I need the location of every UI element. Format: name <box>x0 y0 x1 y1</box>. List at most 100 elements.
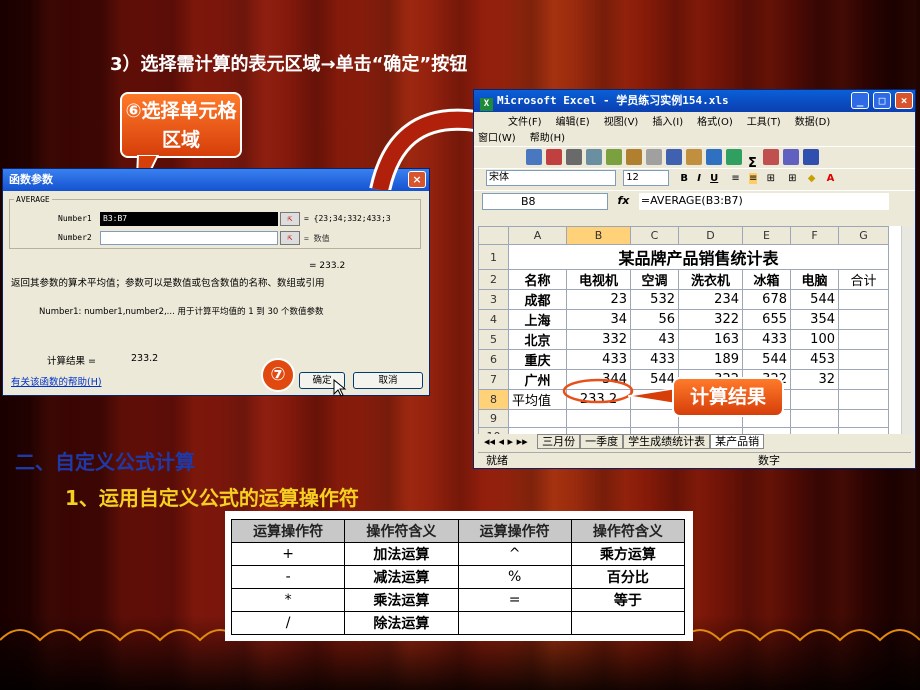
cell[interactable]: 433 <box>630 349 679 370</box>
hyperlink-icon[interactable] <box>726 149 742 165</box>
cell[interactable] <box>838 289 889 310</box>
row-header[interactable]: 1 <box>478 244 509 270</box>
number1-field[interactable]: B3:B7 <box>100 212 278 226</box>
chart-icon[interactable] <box>782 149 799 165</box>
cell[interactable]: 上海 <box>508 309 567 330</box>
cell[interactable] <box>838 409 889 428</box>
cell[interactable]: 678 <box>742 289 791 310</box>
row-header[interactable]: 6 <box>478 349 509 370</box>
vertical-scrollbar[interactable] <box>901 226 915 434</box>
row-header[interactable]: 5 <box>478 329 509 350</box>
cell[interactable]: 名称 <box>508 269 567 290</box>
menu-file[interactable]: 文件(F) <box>508 117 542 128</box>
font-select[interactable]: 宋体 <box>486 170 616 186</box>
cell[interactable]: 234 <box>678 289 743 310</box>
column-header[interactable]: B <box>566 226 631 245</box>
column-header[interactable]: D <box>678 226 743 245</box>
cell[interactable] <box>630 409 679 428</box>
cell[interactable]: 322 <box>678 309 743 330</box>
menu-data[interactable]: 数据(D) <box>795 117 831 128</box>
cell[interactable]: 合计 <box>838 269 889 290</box>
row-header[interactable]: 7 <box>478 369 509 390</box>
function-icon[interactable]: fx <box>618 194 630 207</box>
cell[interactable]: 332 <box>566 329 631 350</box>
tab-scores[interactable]: 学生成绩统计表 <box>623 434 711 449</box>
italic-icon[interactable]: I <box>697 173 701 184</box>
cell[interactable]: 100 <box>790 329 839 350</box>
tab-product[interactable]: 某产品销 <box>710 434 765 449</box>
tab-nav-icon[interactable]: ◂◂ ◂ ▸ ▸▸ <box>484 435 528 448</box>
column-header[interactable]: C <box>630 226 679 245</box>
menu-edit[interactable]: 编辑(E) <box>556 117 590 128</box>
cell[interactable]: 453 <box>790 349 839 370</box>
collapse-icon[interactable]: ⇱ <box>280 212 300 226</box>
cell[interactable]: 广州 <box>508 369 567 390</box>
row-header[interactable]: 9 <box>478 409 509 428</box>
cell[interactable]: 23 <box>566 289 631 310</box>
fill-color-icon[interactable]: ◆ <box>808 173 816 184</box>
cell[interactable] <box>838 389 889 410</box>
menu-insert[interactable]: 插入(I) <box>652 117 683 128</box>
minimize-icon[interactable]: _ <box>851 92 869 109</box>
bold-icon[interactable]: B <box>680 173 688 184</box>
column-header[interactable] <box>478 226 509 245</box>
tab-q1[interactable]: 一季度 <box>580 434 624 449</box>
paste-icon[interactable] <box>686 149 702 165</box>
formula-input[interactable]: =AVERAGE(B3:B7) <box>638 192 889 210</box>
cell[interactable] <box>790 389 839 410</box>
sheet-title[interactable]: 某品牌产品销售统计表 <box>508 244 889 270</box>
cell[interactable]: 56 <box>630 309 679 330</box>
cell[interactable] <box>508 409 567 428</box>
align-center-icon[interactable]: ≡ <box>749 173 758 184</box>
close-icon[interactable]: × <box>895 92 913 109</box>
cell[interactable] <box>790 409 839 428</box>
cell[interactable] <box>838 309 889 330</box>
cell[interactable]: 32 <box>790 369 839 390</box>
cell[interactable]: 34 <box>566 309 631 330</box>
cell[interactable]: 电脑 <box>790 269 839 290</box>
underline-icon[interactable]: U <box>710 173 718 184</box>
font-size-select[interactable]: 12 <box>623 170 670 186</box>
help-link[interactable]: 有关该函数的帮助(H) <box>11 374 102 388</box>
tab-march[interactable]: 三月份 <box>537 434 581 449</box>
cell[interactable] <box>838 369 889 390</box>
autosum-icon[interactable]: Σ <box>748 156 757 168</box>
menu-help[interactable]: 帮助(H) <box>530 133 565 144</box>
research-icon[interactable] <box>626 149 642 165</box>
print-icon[interactable] <box>566 149 582 165</box>
cell[interactable]: 电视机 <box>566 269 631 290</box>
number2-field[interactable] <box>100 231 278 245</box>
column-header[interactable]: F <box>790 226 839 245</box>
cell[interactable]: 532 <box>630 289 679 310</box>
cell[interactable]: 544 <box>742 349 791 370</box>
cell[interactable]: 655 <box>742 309 791 330</box>
cell[interactable]: 空调 <box>630 269 679 290</box>
cell[interactable]: 354 <box>790 309 839 330</box>
cell[interactable]: 43 <box>630 329 679 350</box>
align-left-icon[interactable]: ≡ <box>731 173 739 184</box>
undo-icon[interactable] <box>706 149 722 165</box>
row-header[interactable]: 8 <box>478 389 509 410</box>
cell[interactable]: 189 <box>678 349 743 370</box>
cell[interactable]: 433 <box>742 329 791 350</box>
cell[interactable] <box>566 409 631 428</box>
maximize-icon[interactable]: □ <box>873 92 891 109</box>
menu-format[interactable]: 格式(O) <box>697 117 733 128</box>
cell[interactable]: 163 <box>678 329 743 350</box>
cell[interactable]: 544 <box>790 289 839 310</box>
name-box[interactable]: B8 <box>482 192 608 210</box>
column-header[interactable]: G <box>838 226 889 245</box>
cell[interactable]: 成都 <box>508 289 567 310</box>
cell[interactable]: 平均值 <box>508 389 567 410</box>
sort-icon[interactable] <box>762 149 779 165</box>
permission-icon[interactable] <box>546 149 562 165</box>
cell[interactable]: 洗衣机 <box>678 269 743 290</box>
cut-icon[interactable] <box>646 149 662 165</box>
border-icon[interactable]: ⊞ <box>788 173 796 184</box>
cell[interactable]: 北京 <box>508 329 567 350</box>
save-icon[interactable] <box>526 149 542 165</box>
copy-icon[interactable] <box>666 149 682 165</box>
row-header[interactable]: 2 <box>478 269 509 290</box>
menu-tools[interactable]: 工具(T) <box>747 117 781 128</box>
cell[interactable]: 冰箱 <box>742 269 791 290</box>
